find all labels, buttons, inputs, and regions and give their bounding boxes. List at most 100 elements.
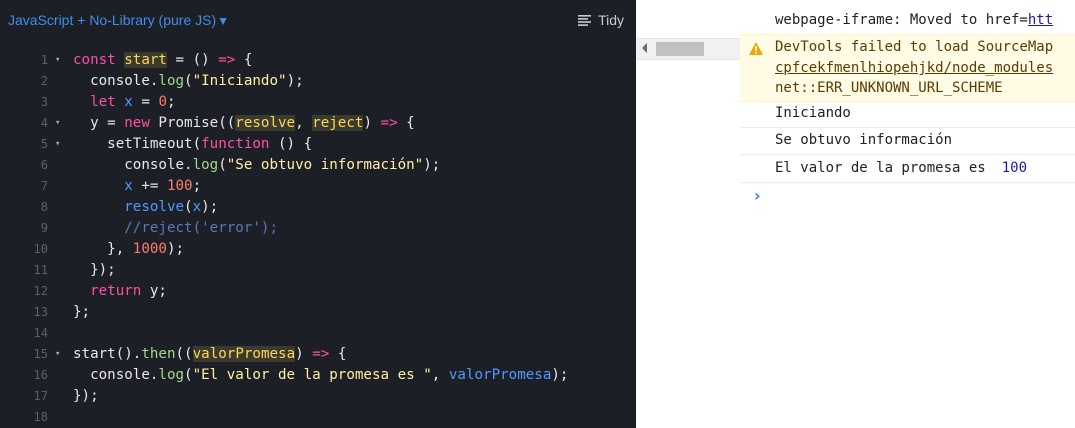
code-token: function	[201, 136, 270, 152]
code-token: });	[73, 388, 99, 404]
code-token: log	[158, 73, 185, 89]
code-token: });	[73, 262, 116, 278]
code-token: );	[286, 73, 304, 89]
console-log-2: Se obtuvo información	[740, 132, 1075, 155]
code-line[interactable]: 7 x += 100;	[0, 176, 636, 197]
line-number: 16	[33, 368, 48, 382]
code-token: };	[73, 304, 91, 320]
line-number: 5	[40, 137, 48, 151]
code-token: ;	[166, 94, 176, 110]
message-text: webpage-iframe: Moved to href=	[775, 12, 1028, 28]
code-line[interactable]: 1 ▾ const start = () => {	[0, 50, 636, 71]
code-line[interactable]: 3 let x = 0;	[0, 92, 636, 113]
line-number: 13	[33, 305, 48, 319]
code-line[interactable]: 13};	[0, 302, 636, 323]
line-number: 3	[40, 95, 48, 109]
code-editor[interactable]: JavaScript + No-Library (pure JS)▼ Tidy …	[0, 0, 636, 428]
code-token: =>	[312, 346, 330, 362]
code-token: )	[363, 115, 381, 131]
code-line[interactable]: 11 });	[0, 260, 636, 281]
code-token: );	[423, 157, 441, 173]
code-token: setTimeout(	[73, 136, 202, 152]
code-token: =>	[218, 52, 236, 68]
tidy-button[interactable]: Tidy	[578, 12, 624, 28]
code-token: start().	[73, 346, 142, 362]
code-token: );	[201, 199, 219, 215]
fold-arrow-icon[interactable]: ▾	[55, 134, 60, 155]
code-token: (	[184, 199, 193, 215]
line-source: console.log("El valor de la promesa es "…	[73, 365, 568, 386]
warning-line-3: net::ERR_UNKNOWN_URL_SCHEME	[775, 80, 1003, 96]
code-token: 100	[166, 178, 193, 194]
line-number: 7	[40, 179, 48, 193]
line-number: 14	[33, 326, 48, 340]
language-select[interactable]: JavaScript + No-Library (pure JS)▼	[8, 12, 229, 28]
code-lines[interactable]: 1 ▾ const start = () => {2 console.log("In…	[0, 50, 636, 428]
code-line[interactable]: 10 }, 1000);	[0, 239, 636, 260]
code-line[interactable]: 8 resolve(x);	[0, 197, 636, 218]
code-token: console.	[73, 367, 159, 383]
scrollbar-thumb[interactable]	[656, 42, 704, 56]
console-warning: DevTools failed to load SourceMap cpfcek…	[740, 34, 1075, 102]
code-token: ;	[192, 178, 202, 194]
line-source: console.log("Iniciando");	[73, 71, 304, 92]
code-line[interactable]: 5 ▾ setTimeout(function () {	[0, 134, 636, 155]
code-line[interactable]: 2 console.log("Iniciando");	[0, 71, 636, 92]
code-line[interactable]: 9 //reject('error');	[0, 218, 636, 239]
log-value: 100	[1001, 160, 1028, 176]
code-token: let	[90, 94, 125, 110]
code-token: log	[192, 157, 219, 173]
code-token: Promise((	[158, 115, 236, 131]
code-line[interactable]: 16 console.log("El valor de la promesa e…	[0, 365, 636, 386]
code-token: (	[218, 157, 227, 173]
console-prompt-icon[interactable]: ›	[754, 186, 761, 205]
horizontal-scrollbar[interactable]	[636, 38, 740, 60]
line-number: 12	[33, 284, 48, 298]
line-number: 1	[40, 53, 48, 67]
scroll-left-arrow-icon[interactable]	[642, 43, 647, 53]
code-line[interactable]: 12 return y;	[0, 281, 636, 302]
code-token: new	[124, 115, 159, 131]
line-source: x += 100;	[73, 176, 201, 197]
code-token: console.	[73, 157, 193, 173]
code-token: ,	[295, 115, 313, 131]
code-token: 0	[158, 94, 167, 110]
code-line[interactable]: 14	[0, 323, 636, 344]
code-token: x	[192, 199, 202, 215]
fold-arrow-icon[interactable]: ▾	[55, 50, 60, 71]
line-number: 15	[33, 347, 48, 361]
line-source: console.log("Se obtuvo información");	[73, 155, 440, 176]
code-token: 1000	[132, 241, 167, 257]
language-label: JavaScript + No-Library (pure JS)	[8, 12, 217, 28]
warning-line-2[interactable]: cpfcekfmenlhiopehjkd/node_modules	[775, 60, 1053, 76]
console-panel[interactable]: webpage-iframe: Moved to href=htt DevToo…	[636, 0, 1075, 428]
log-text: Se obtuvo información	[775, 132, 953, 148]
code-line[interactable]: 17});	[0, 386, 636, 407]
fold-arrow-icon[interactable]: ▾	[55, 113, 60, 134]
line-source: }, 1000);	[73, 239, 184, 260]
line-number: 8	[40, 200, 48, 214]
code-token: {	[329, 346, 347, 362]
code-token: resolve	[235, 115, 296, 131]
line-number: 4	[40, 116, 48, 130]
code-token: "Iniciando"	[192, 73, 287, 89]
code-line[interactable]: 4 ▾ y = new Promise((resolve, reject) => …	[0, 113, 636, 134]
warning-icon	[749, 42, 763, 55]
code-line[interactable]: 6 console.log("Se obtuvo información");	[0, 155, 636, 176]
code-token: console.	[73, 73, 159, 89]
line-number: 6	[40, 158, 48, 172]
code-line[interactable]: 18	[0, 407, 636, 428]
line-source: start().then((valorPromesa) => {	[73, 344, 346, 365]
code-line[interactable]: 15 ▾ start().then((valorPromesa) => {	[0, 344, 636, 365]
code-token: const	[73, 52, 125, 68]
message-link[interactable]: htt	[1028, 12, 1053, 28]
code-token: start	[124, 52, 167, 68]
fold-arrow-icon[interactable]: ▾	[55, 344, 60, 365]
code-token: valorPromesa	[192, 346, 296, 362]
code-token: then	[141, 346, 176, 362]
line-source: return y;	[73, 281, 167, 302]
code-token: log	[158, 367, 185, 383]
